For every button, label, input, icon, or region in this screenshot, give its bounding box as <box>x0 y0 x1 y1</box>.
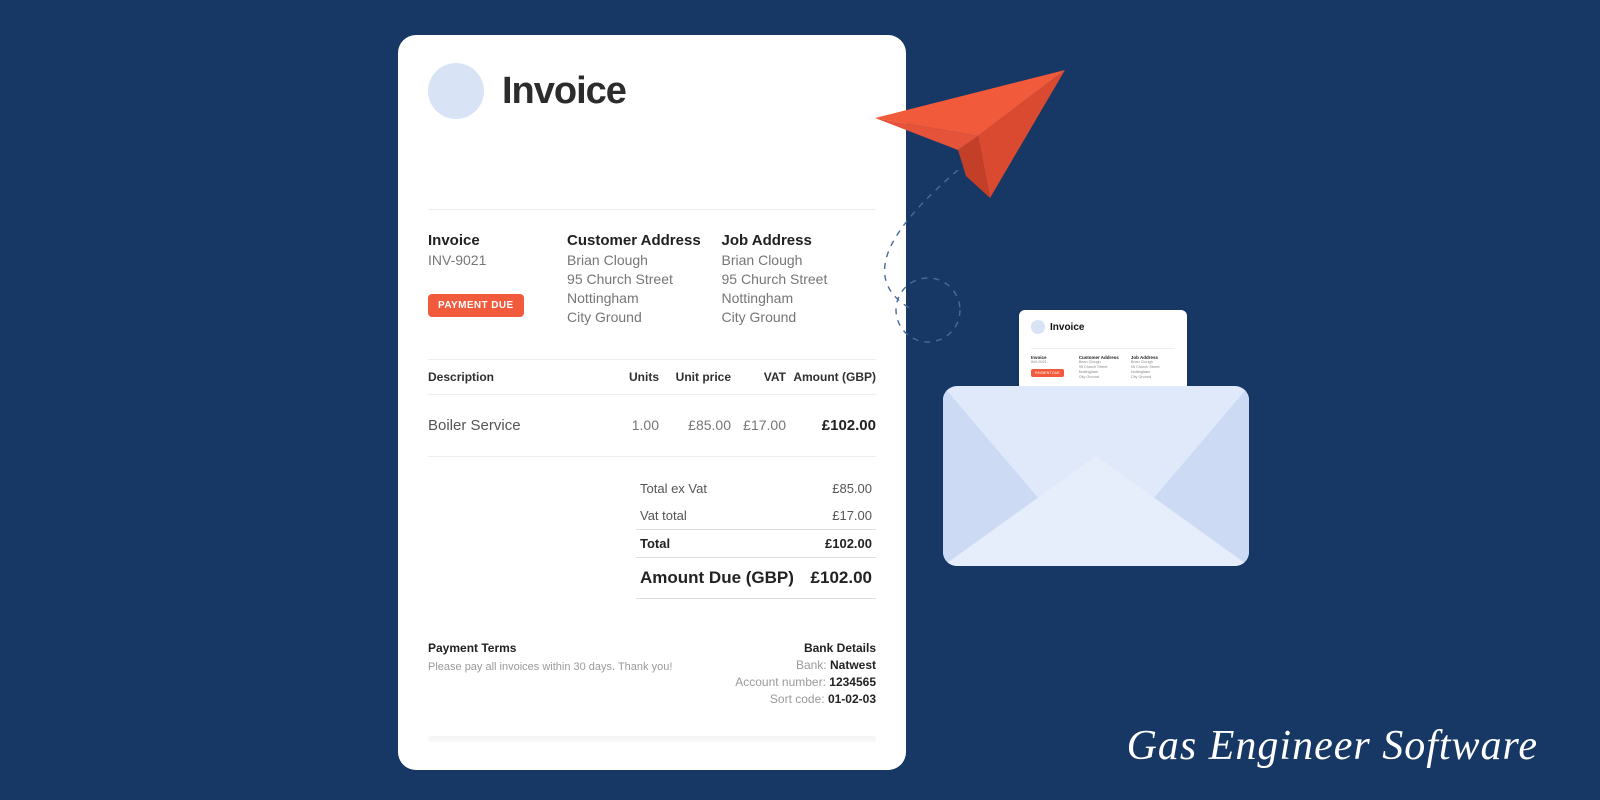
amount-due-label: Amount Due (GBP) <box>640 568 794 588</box>
payment-terms-heading: Payment Terms <box>428 641 672 655</box>
invoice-document: Invoice Invoice INV-9021 PAYMENT DUE Cus… <box>398 35 906 770</box>
brand-logo-text: Gas Engineer Software <box>1127 722 1538 770</box>
amount-due-value: £102.00 <box>811 568 872 588</box>
job-line3: City Ground <box>722 308 876 327</box>
invoice-meta: Invoice INV-9021 PAYMENT DUE <box>428 232 567 327</box>
account-number: 1234565 <box>829 675 876 689</box>
job-name: Brian Clough <box>722 251 876 270</box>
mini-number: INV-9021 <box>1031 360 1071 365</box>
invoice-title: Invoice <box>502 70 626 113</box>
total-value: £102.00 <box>825 536 872 551</box>
job-address-heading: Job Address <box>722 232 876 249</box>
invoice-meta-heading: Invoice <box>428 232 567 249</box>
envelope-icon: Invoice Invoice INV-9021 PAYMENT DUE Cus… <box>943 310 1249 566</box>
col-vat: VAT <box>731 370 786 384</box>
col-unit-price: Unit price <box>659 370 731 384</box>
total-exvat-label: Total ex Vat <box>640 481 707 496</box>
customer-address-heading: Customer Address <box>567 232 721 249</box>
line-amount: £102.00 <box>786 417 876 434</box>
mini-badge: PAYMENT DUE <box>1031 369 1064 377</box>
status-badge: PAYMENT DUE <box>428 294 524 317</box>
job-line1: 95 Church Street <box>722 270 876 289</box>
col-description: Description <box>428 370 604 384</box>
line-description: Boiler Service <box>428 417 604 434</box>
invoice-footer: Payment Terms Please pay all invoices wi… <box>428 641 876 706</box>
payment-terms-note: Please pay all invoices within 30 days. … <box>428 661 672 673</box>
payment-terms: Payment Terms Please pay all invoices wi… <box>428 641 672 706</box>
customer-address: Customer Address Brian Clough 95 Church … <box>567 232 721 327</box>
envelope-body <box>943 386 1249 566</box>
job-address: Job Address Brian Clough 95 Church Stree… <box>722 232 876 327</box>
job-line2: Nottingham <box>722 289 876 308</box>
mini-title: Invoice <box>1050 322 1084 333</box>
bank-label: Bank: <box>796 658 827 672</box>
invoice-info-row: Invoice INV-9021 PAYMENT DUE Customer Ad… <box>428 210 876 327</box>
line-unit-price: £85.00 <box>659 417 731 433</box>
total-label: Total <box>640 536 670 551</box>
line-units: 1.00 <box>604 417 659 433</box>
invoice-number: INV-9021 <box>428 251 567 270</box>
line-vat: £17.00 <box>731 417 786 433</box>
line-items-header: Description Units Unit price VAT Amount … <box>428 359 876 395</box>
mini-logo <box>1031 320 1045 334</box>
customer-line3: City Ground <box>567 308 721 327</box>
sort-label: Sort code: <box>770 692 825 706</box>
bank-name: Natwest <box>830 658 876 672</box>
paper-plane-icon <box>870 58 1070 218</box>
account-label: Account number: <box>735 675 826 689</box>
customer-line1: 95 Church Street <box>567 270 721 289</box>
invoice-header: Invoice <box>428 63 876 119</box>
bank-heading: Bank Details <box>735 641 876 655</box>
col-units: Units <box>604 370 659 384</box>
total-exvat-value: £85.00 <box>832 481 872 496</box>
col-amount: Amount (GBP) <box>786 370 876 384</box>
total-vat-value: £17.00 <box>832 508 872 523</box>
customer-name: Brian Clough <box>567 251 721 270</box>
line-item: Boiler Service 1.00 £85.00 £17.00 £102.0… <box>428 395 876 457</box>
shadow-decoration <box>428 736 876 742</box>
totals: Total ex Vat £85.00 Vat total £17.00 Tot… <box>636 475 876 599</box>
total-vat-label: Vat total <box>640 508 687 523</box>
customer-line2: Nottingham <box>567 289 721 308</box>
bank-details: Bank Details Bank: Natwest Account numbe… <box>735 641 876 706</box>
sort-code: 01-02-03 <box>828 692 876 706</box>
logo-placeholder <box>428 63 484 119</box>
